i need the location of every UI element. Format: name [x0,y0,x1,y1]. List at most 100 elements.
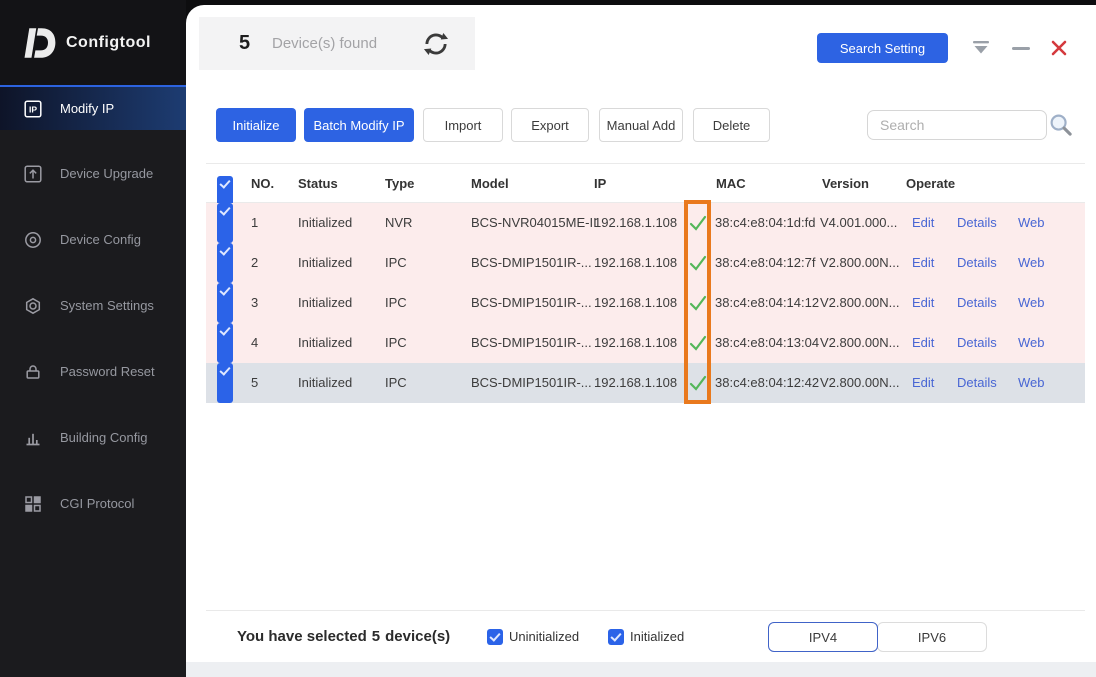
details-link[interactable]: Details [957,243,997,283]
table-row[interactable]: 5 Initialized IPC BCS-DMIP1501IR-... 192… [206,363,1085,403]
edit-link[interactable]: Edit [912,203,934,243]
sidebar-item-label: Password Reset [60,364,155,379]
row-checkbox[interactable] [217,363,233,403]
bottom-strip [186,662,1096,677]
sidebar-item-cgi-protocol[interactable]: CGI Protocol [0,481,186,526]
cell-ip: 192.168.1.108 [594,295,678,310]
row-checkbox[interactable] [217,203,233,243]
configtool-window: Configtool IP Modify IP Device Upgrade D… [0,0,1096,677]
column-header-mac: MAC [716,176,746,191]
sidebar-item-building-config[interactable]: Building Config [0,415,186,460]
sidebar-item-label: System Settings [60,298,154,313]
online-check-icon [689,335,707,351]
web-link[interactable]: Web [1018,323,1045,363]
cell-mac: 38:c4:e8:04:1d:fd [715,215,816,230]
device-count: 5 [239,32,251,54]
online-check-icon [689,215,707,231]
table-row[interactable]: 2 Initialized IPC BCS-DMIP1501IR-... 192… [206,243,1085,283]
uninitialized-checkbox[interactable] [487,629,503,645]
app-title: Configtool [66,33,151,51]
import-button[interactable]: Import [423,108,503,142]
cell-model: BCS-DMIP1501IR-... [471,375,592,390]
delete-button[interactable]: Delete [693,108,770,142]
selection-summary-suffix: device(s) [385,628,451,645]
web-link[interactable]: Web [1018,283,1045,323]
sidebar-nav: IP Modify IP Device Upgrade Device Confi… [0,85,186,526]
web-link[interactable]: Web [1018,203,1045,243]
initialize-button[interactable]: Initialize [216,108,296,142]
details-link[interactable]: Details [957,323,997,363]
search-input[interactable] [867,110,1047,140]
row-checkbox[interactable] [217,323,233,363]
web-link[interactable]: Web [1018,363,1045,403]
device-count-label: Device(s) found [272,35,378,52]
cell-mac: 38:c4:e8:04:12:7f [715,255,816,270]
column-header-operate: Operate [906,176,956,191]
web-link[interactable]: Web [1018,243,1045,283]
selection-summary: You have selected 5 device(s) [237,611,450,663]
cell-version: V2.800.00N... [820,295,900,310]
sidebar-item-device-upgrade[interactable]: Device Upgrade [0,151,186,196]
table-header-row: NO. Status Type Model IP MAC Version Ope… [206,163,1085,216]
minimize-button[interactable] [1008,35,1034,61]
modify-ip-icon: IP [24,99,42,118]
row-checkbox[interactable] [217,283,233,323]
cell-mac: 38:c4:e8:04:14:12 [715,295,820,310]
initialized-label: Initialized [630,629,685,644]
edit-link[interactable]: Edit [912,283,934,323]
close-icon [1051,40,1067,56]
cell-type: NVR [385,215,413,230]
sidebar-item-system-settings[interactable]: System Settings [0,283,186,328]
cgi-protocol-icon [24,495,42,513]
ipv6-button[interactable]: IPV6 [877,622,987,652]
details-link[interactable]: Details [957,363,997,403]
system-settings-icon [24,297,42,315]
cell-status: Initialized [298,295,353,310]
cell-type: IPC [385,255,407,270]
sidebar-item-password-reset[interactable]: Password Reset [0,349,186,394]
cell-status: Initialized [298,215,353,230]
sidebar-item-device-config[interactable]: Device Config [0,217,186,262]
edit-link[interactable]: Edit [912,363,934,403]
row-checkbox[interactable] [217,243,233,283]
column-header-version: Version [822,176,869,191]
column-header-ip: IP [594,176,607,191]
edit-link[interactable]: Edit [912,243,934,283]
sidebar-item-label: Modify IP [60,101,115,116]
initialized-checkbox[interactable] [608,629,624,645]
cell-ip: 192.168.1.108 [594,255,678,270]
header-bar: 5 Device(s) found Search Setting [186,5,1096,90]
close-button[interactable] [1046,35,1072,61]
export-button[interactable]: Export [511,108,589,142]
cell-ip: 192.168.1.108 [594,215,678,230]
table-row[interactable]: 3 Initialized IPC BCS-DMIP1501IR-... 192… [206,283,1085,323]
batch-modify-ip-button[interactable]: Batch Modify IP [304,108,414,142]
cell-mac: 38:c4:e8:04:12:42 [715,375,820,390]
filter-dropdown-button[interactable] [968,35,994,61]
svg-text:IP: IP [29,104,37,114]
column-header-no: NO. [251,176,275,191]
ipv4-button[interactable]: IPV4 [768,622,878,652]
table-row[interactable]: 4 Initialized IPC BCS-DMIP1501IR-... 192… [206,323,1085,363]
edit-link[interactable]: Edit [912,323,934,363]
device-count-box: 5 Device(s) found [199,17,475,70]
search-icon[interactable] [1049,113,1073,137]
manual-add-button[interactable]: Manual Add [599,108,683,142]
cell-no: 2 [251,255,259,270]
online-check-icon [689,375,707,391]
search-setting-button[interactable]: Search Setting [817,33,948,63]
cell-model: BCS-NVR04015ME-II [471,215,597,230]
cell-ip: 192.168.1.108 [594,375,678,390]
column-header-status: Status [298,176,338,191]
details-link[interactable]: Details [957,283,997,323]
refresh-button[interactable] [422,30,450,58]
table-row[interactable]: 1 Initialized NVR BCS-NVR04015ME-II 192.… [206,203,1085,243]
logo-area: Configtool [0,0,186,85]
details-link[interactable]: Details [957,203,997,243]
column-header-type: Type [385,176,415,191]
sidebar-item-modify-ip[interactable]: IP Modify IP [0,85,186,130]
column-header-model: Model [471,176,509,191]
cell-type: IPC [385,335,407,350]
cell-no: 5 [251,375,259,390]
cell-model: BCS-DMIP1501IR-... [471,255,592,270]
